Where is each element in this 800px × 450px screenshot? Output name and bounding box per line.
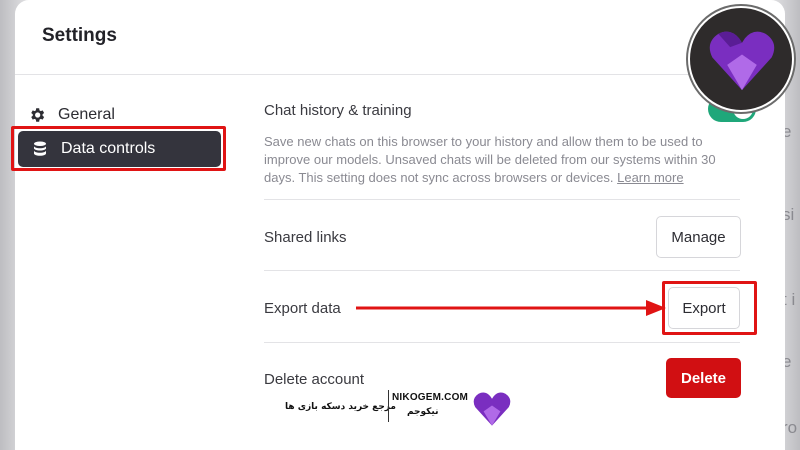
watermark-site: NIKOGEM.COM (392, 392, 469, 403)
sidebar-item-label: General (58, 106, 115, 123)
divider (264, 342, 740, 343)
chat-history-title: Chat history & training (264, 102, 412, 119)
gear-icon (28, 106, 46, 124)
annotation-arrow (356, 300, 666, 316)
watermark-brand: نیکوجم (407, 407, 439, 417)
export-data-title: Export data (264, 300, 341, 317)
divider (264, 199, 740, 200)
sidebar-item-general[interactable]: General (28, 102, 218, 128)
annotation-highlight-box (11, 126, 226, 171)
modal-header: Settings (15, 0, 785, 75)
modal-title: Settings (42, 25, 117, 46)
watermark-separator (388, 390, 389, 422)
heart-logo-icon (473, 392, 511, 426)
shared-links-title: Shared links (264, 229, 347, 246)
divider (264, 270, 740, 271)
delete-button[interactable]: Delete (666, 358, 741, 398)
brand-logo (688, 6, 794, 112)
heart-logo-icon (709, 31, 775, 91)
annotation-highlight-box (662, 281, 757, 335)
watermark: NIKOGEM.COM مرجع خرید دسکه بازی ها نیکوج… (285, 385, 525, 435)
learn-more-link[interactable]: Learn more (617, 170, 683, 185)
chat-history-description: Save new chats on this browser to your h… (264, 134, 716, 185)
manage-button[interactable]: Manage (656, 216, 741, 258)
watermark-tagline: مرجع خرید دسکه بازی ها (285, 402, 396, 412)
